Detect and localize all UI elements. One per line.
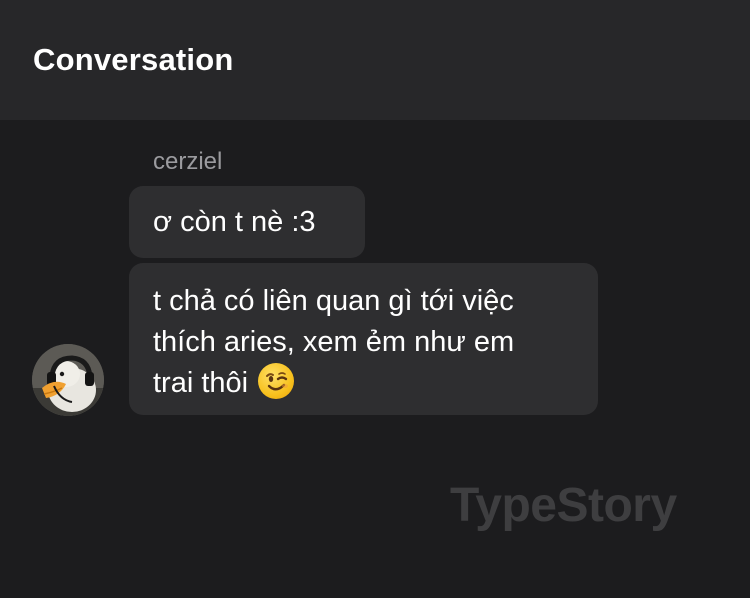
winking-face-emoji-icon bbox=[258, 363, 295, 399]
conversation-header: Conversation bbox=[0, 0, 750, 120]
watermark-logo: TypeStory bbox=[450, 479, 677, 532]
message-bubble[interactable]: t chả có liên quan gì tới việc thích ari… bbox=[129, 263, 598, 415]
page-title: Conversation bbox=[33, 42, 234, 77]
goose-avatar-icon bbox=[32, 344, 104, 416]
message-text-line: thích aries, xem ẻm như em bbox=[153, 326, 515, 358]
message-text-line-last: trai thôi bbox=[153, 363, 574, 404]
message-bubble[interactable]: ơ còn t nè :3 bbox=[129, 186, 365, 258]
message-text-line: t chả có liên quan gì tới việc bbox=[153, 285, 514, 317]
avatar[interactable] bbox=[32, 344, 104, 416]
message-text: trai thôi bbox=[153, 367, 249, 399]
sender-name: cerziel bbox=[153, 148, 223, 175]
message-text: ơ còn t nè :3 bbox=[153, 206, 316, 238]
